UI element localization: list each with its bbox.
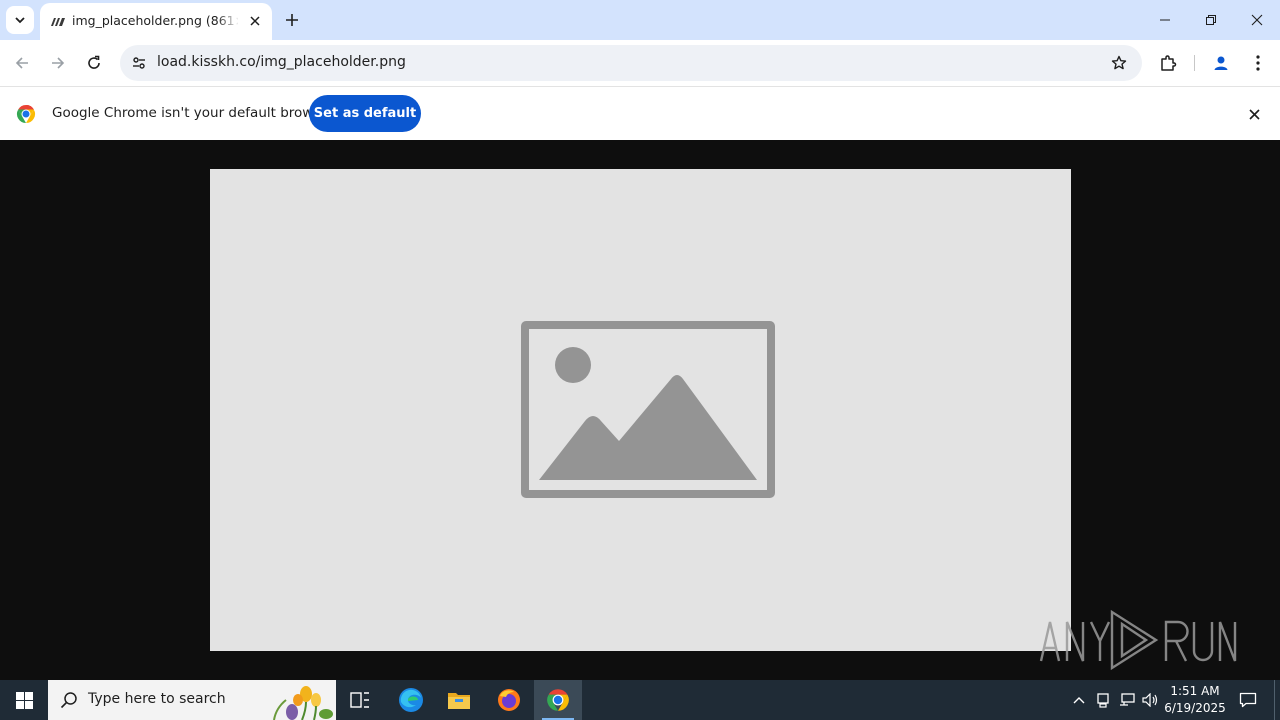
page-content — [0, 140, 1280, 680]
site-info-button[interactable] — [126, 50, 152, 76]
screen: img_placeholder.png (861×482) — [0, 0, 1280, 720]
arrow-left-icon — [15, 57, 28, 69]
displayed-image[interactable] — [210, 169, 1071, 651]
close-window-button[interactable] — [1234, 0, 1280, 40]
star-icon — [1111, 55, 1127, 70]
minimize-icon — [1160, 19, 1170, 21]
restore-button[interactable] — [1188, 0, 1234, 40]
active-tab[interactable]: img_placeholder.png (861×482) — [40, 3, 272, 40]
arrow-right-icon — [52, 57, 65, 69]
file-explorer-taskbar-button[interactable] — [435, 680, 483, 720]
puzzle-icon — [1161, 55, 1177, 71]
default-browser-infobar: Google Chrome isn't your default browser… — [0, 86, 1280, 140]
chevron-down-icon — [15, 17, 25, 24]
infobar-message: Google Chrome isn't your default browser — [52, 105, 335, 121]
notifications-button[interactable] — [1232, 680, 1264, 720]
new-tab-button[interactable] — [280, 8, 304, 32]
search-icon — [60, 692, 77, 709]
tab-search-button[interactable] — [6, 6, 34, 34]
restore-icon — [1206, 15, 1216, 25]
profile-button[interactable] — [1207, 49, 1235, 77]
firefox-taskbar-button[interactable] — [485, 680, 533, 720]
volume-button[interactable] — [1140, 680, 1162, 720]
network-button[interactable] — [1116, 680, 1138, 720]
search-placeholder: Type here to search — [88, 691, 226, 707]
show-desktop-button[interactable] — [1274, 680, 1280, 720]
minimize-button[interactable] — [1142, 0, 1188, 40]
chrome-icon — [547, 689, 569, 711]
close-icon — [250, 16, 260, 26]
task-view-button[interactable] — [336, 680, 384, 720]
close-icon — [1248, 108, 1260, 120]
windows-logo-icon — [15, 691, 33, 709]
task-view-icon — [350, 692, 369, 708]
tab-title-fade — [216, 9, 240, 33]
start-button[interactable] — [0, 680, 48, 720]
tab-close-button[interactable] — [245, 11, 265, 31]
toolbar-separator — [1194, 55, 1195, 71]
device-icon — [1097, 693, 1109, 708]
network-icon — [1120, 693, 1135, 706]
chrome-logo-icon — [16, 104, 36, 123]
taskbar-clock[interactable]: 1:51 AM 6/19/2025 — [1160, 683, 1230, 717]
edge-icon — [399, 688, 423, 712]
set-as-default-button[interactable]: Set as default — [309, 95, 421, 132]
windows-taskbar: Type here to search 1:51 AM 6/19/2025 — [0, 680, 1280, 720]
search-highlight-flowers-icon — [273, 686, 333, 720]
image-placeholder-icon — [521, 321, 775, 498]
tray-device-button[interactable] — [1093, 680, 1113, 720]
close-icon — [1251, 14, 1263, 26]
more-vertical-icon — [1256, 55, 1260, 71]
plus-icon — [286, 14, 298, 26]
site-favicon-icon — [50, 14, 66, 30]
bookmark-button[interactable] — [1108, 52, 1130, 74]
show-hidden-icons-button[interactable] — [1068, 680, 1090, 720]
url-text[interactable]: load.kisskh.co/img_placeholder.png — [157, 54, 406, 70]
clock-date: 6/19/2025 — [1164, 701, 1226, 715]
extensions-button[interactable] — [1154, 49, 1182, 77]
back-button[interactable] — [8, 49, 36, 77]
notification-icon — [1239, 692, 1257, 708]
firefox-icon — [498, 689, 520, 711]
browser-toolbar: load.kisskh.co/img_placeholder.png — [0, 40, 1280, 86]
edge-taskbar-button[interactable] — [387, 680, 435, 720]
infobar-close-button[interactable] — [1243, 103, 1265, 125]
chevron-up-icon — [1073, 697, 1085, 704]
address-bar[interactable]: load.kisskh.co/img_placeholder.png — [120, 45, 1142, 81]
anyrun-watermark-logo — [1039, 609, 1237, 671]
tune-icon — [133, 57, 145, 69]
clock-time: 1:51 AM — [1170, 684, 1220, 698]
person-icon — [1214, 56, 1228, 70]
taskbar-search-box[interactable]: Type here to search — [48, 680, 336, 720]
tab-title: img_placeholder.png (861×482) — [72, 13, 238, 28]
reload-icon — [88, 55, 100, 69]
menu-button[interactable] — [1244, 49, 1272, 77]
volume-icon — [1142, 693, 1158, 707]
forward-button[interactable] — [44, 49, 72, 77]
chrome-taskbar-button[interactable] — [534, 680, 582, 720]
reload-button[interactable] — [80, 49, 108, 77]
file-explorer-icon — [448, 693, 470, 709]
tab-strip: img_placeholder.png (861×482) — [0, 0, 1280, 40]
